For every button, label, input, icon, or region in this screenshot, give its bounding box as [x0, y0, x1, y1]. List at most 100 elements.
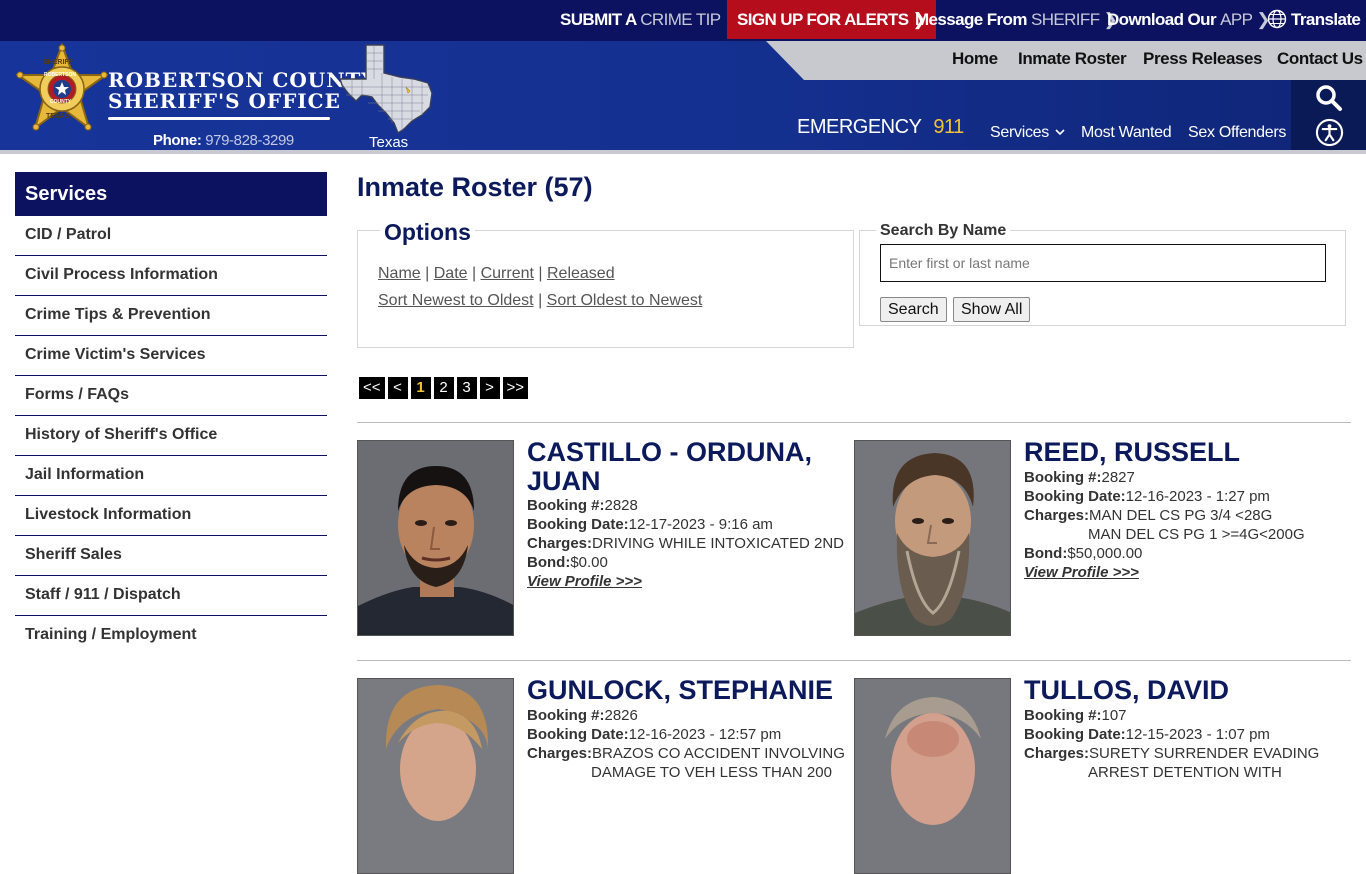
view-profile-link[interactable]: View Profile >>> [1024, 564, 1139, 581]
sidebar-item-civil-process[interactable]: Civil Process Information [15, 256, 327, 296]
sidebar-item-crime-tips[interactable]: Crime Tips & Prevention [15, 296, 327, 336]
separator: | [533, 292, 547, 309]
subnav-most-wanted[interactable]: Most Wanted [1081, 124, 1172, 142]
filter-current-link[interactable]: Current [481, 265, 534, 282]
message-highlight: SHERIFF [1030, 10, 1100, 29]
last-page-button[interactable]: >> [502, 377, 529, 399]
sort-date-link[interactable]: Date [434, 265, 468, 282]
bond-value: $50,000.00 [1067, 545, 1143, 562]
message-from-sheriff-link[interactable]: Message From SHERIFF ❯ [915, 0, 1118, 39]
nav-home[interactable]: Home [952, 49, 998, 69]
inmate-photo[interactable] [854, 678, 1011, 874]
site-title[interactable]: ROBERTSON COUNTY SHERIFF'S OFFICE [108, 70, 377, 112]
badge-middle2-text: COUNTY [50, 99, 72, 105]
app-prefix: Download Our [1107, 10, 1221, 29]
sidebar-item-staff-dispatch[interactable]: Staff / 911 / Dispatch [15, 576, 327, 616]
booking-date-label: Booking Date: [527, 516, 629, 533]
separator: | [533, 265, 547, 282]
show-all-button[interactable]: Show All [953, 297, 1031, 322]
charges-label: Charges: [1024, 507, 1090, 524]
filter-released-link[interactable]: Released [547, 265, 615, 282]
prev-page-button[interactable]: < [387, 377, 408, 399]
badge-bottom-text: TEXAS [46, 113, 70, 120]
sidebar-item-history[interactable]: History of Sheriff's Office [15, 416, 327, 456]
header-tools [1291, 80, 1366, 150]
translate-label: Translate [1291, 10, 1361, 29]
next-page-button[interactable]: > [479, 377, 500, 399]
inmate-photo[interactable] [357, 678, 514, 874]
sidebar-item-crime-victims[interactable]: Crime Victim's Services [15, 336, 327, 376]
submit-highlight: CRIME TIP [640, 10, 721, 29]
inmate-details: Booking #:107 Booking Date:12-15-2023 - … [1024, 706, 1354, 782]
booking-date-value: 12-16-2023 - 1:27 pm [1125, 488, 1270, 505]
page-1-button[interactable]: 1 [410, 377, 431, 399]
sort-newest-link[interactable]: Sort Newest to Oldest [378, 292, 534, 309]
sidebar-item-training[interactable]: Training / Employment [15, 616, 327, 656]
phone-label: Phone: [153, 132, 202, 149]
sheriff-badge-logo[interactable]: SHERIFF ROBERTSON COUNTY TEXAS [14, 42, 110, 133]
sidebar-item-sheriff-sales[interactable]: Sheriff Sales [15, 536, 327, 576]
nav-contact-us[interactable]: Contact Us [1277, 49, 1363, 69]
alerts-label: SIGN UP FOR ALERTS [737, 10, 909, 29]
inmate-details: Booking #:2826 Booking Date:12-16-2023 -… [527, 706, 857, 782]
inmate-photo[interactable] [854, 440, 1011, 636]
charge-value: BRAZOS CO ACCIDENT INVOLVING [592, 745, 845, 762]
nav-press-releases[interactable]: Press Releases [1143, 49, 1263, 69]
name-search-input[interactable] [880, 244, 1326, 282]
inmate-photo[interactable] [357, 440, 514, 636]
page-title: Inmate Roster (57) [357, 172, 593, 202]
title-line-1: ROBERTSON COUNTY [108, 68, 377, 92]
emergency-label: EMERGENCY [797, 116, 922, 138]
app-highlight: APP [1220, 10, 1253, 29]
inmate-name: CASTILLO - ORDUNA, JUAN [527, 437, 812, 496]
bond-label: Bond: [527, 554, 571, 571]
divider [357, 660, 1351, 661]
booking-date-label: Booking Date: [527, 726, 629, 743]
sort-name-link[interactable]: Name [378, 265, 421, 282]
separator: | [467, 265, 481, 282]
services-sidebar: Services CID / Patrol Civil Process Info… [15, 172, 327, 656]
inmate-card: REED, RUSSELL Booking #:2827 Booking Dat… [854, 438, 1344, 640]
booking-no-value: 2828 [604, 497, 638, 514]
sort-oldest-link[interactable]: Sort Oldest to Newest [547, 292, 703, 309]
page-3-button[interactable]: 3 [456, 377, 477, 399]
texas-map-icon [339, 44, 433, 135]
sidebar-item-livestock[interactable]: Livestock Information [15, 496, 327, 536]
inmate-name: TULLOS, DAVID [1024, 675, 1229, 705]
emergency-number[interactable]: EMERGENCY 911 [797, 116, 964, 139]
subnav-services[interactable]: Services [990, 124, 1065, 142]
sidebar-item-forms-faqs[interactable]: Forms / FAQs [15, 376, 327, 416]
submit-prefix: SUBMIT A [560, 10, 641, 29]
header-divider [0, 150, 1366, 154]
sidebar-item-cid-patrol[interactable]: CID / Patrol [15, 216, 327, 256]
charge-value: DRIVING WHILE INTOXICATED 2ND [592, 535, 845, 552]
badge-middle1-text: ROBERTSON [44, 72, 76, 78]
view-profile-link[interactable]: View Profile >>> [527, 573, 642, 590]
nav-inmate-roster[interactable]: Inmate Roster [1018, 49, 1127, 69]
phone-number[interactable]: Phone: 979-828-3299 [153, 132, 294, 149]
bond-value: $0.00 [570, 554, 608, 571]
search-legend: Search By Name [876, 222, 1011, 240]
sidebar-item-jail-info[interactable]: Jail Information [15, 456, 327, 496]
texas-label: Texas [369, 134, 409, 151]
accessibility-icon[interactable] [1315, 118, 1344, 147]
sign-up-alerts-link[interactable]: SIGN UP FOR ALERTS ❯ [727, 0, 937, 39]
options-legend: Options [380, 219, 475, 246]
globe-icon [1267, 9, 1287, 29]
search-button[interactable]: Search [880, 297, 947, 322]
subnav-sex-offenders[interactable]: Sex Offenders [1188, 124, 1286, 142]
bond-label: Bond: [1024, 545, 1068, 562]
inmate-details: Booking #:2828 Booking Date:12-17-2023 -… [527, 496, 857, 591]
divider [357, 422, 1351, 423]
separator: | [420, 265, 434, 282]
search-icon[interactable] [1315, 84, 1343, 112]
booking-date-label: Booking Date: [1024, 726, 1126, 743]
page-2-button[interactable]: 2 [433, 377, 454, 399]
translate-link[interactable]: Translate [1267, 0, 1361, 39]
submit-crime-tip-link[interactable]: SUBMIT A CRIME TIP❯ [560, 0, 739, 39]
download-app-link[interactable]: Download Our APP ❯ [1107, 0, 1271, 39]
first-page-button[interactable]: << [359, 377, 385, 399]
sidebar-heading: Services [15, 172, 327, 216]
top-utility-bar: SUBMIT A CRIME TIP❯ SIGN UP FOR ALERTS❯ … [0, 0, 1366, 41]
inmate-card: CASTILLO - ORDUNA, JUAN Booking #:2828 B… [357, 437, 847, 640]
